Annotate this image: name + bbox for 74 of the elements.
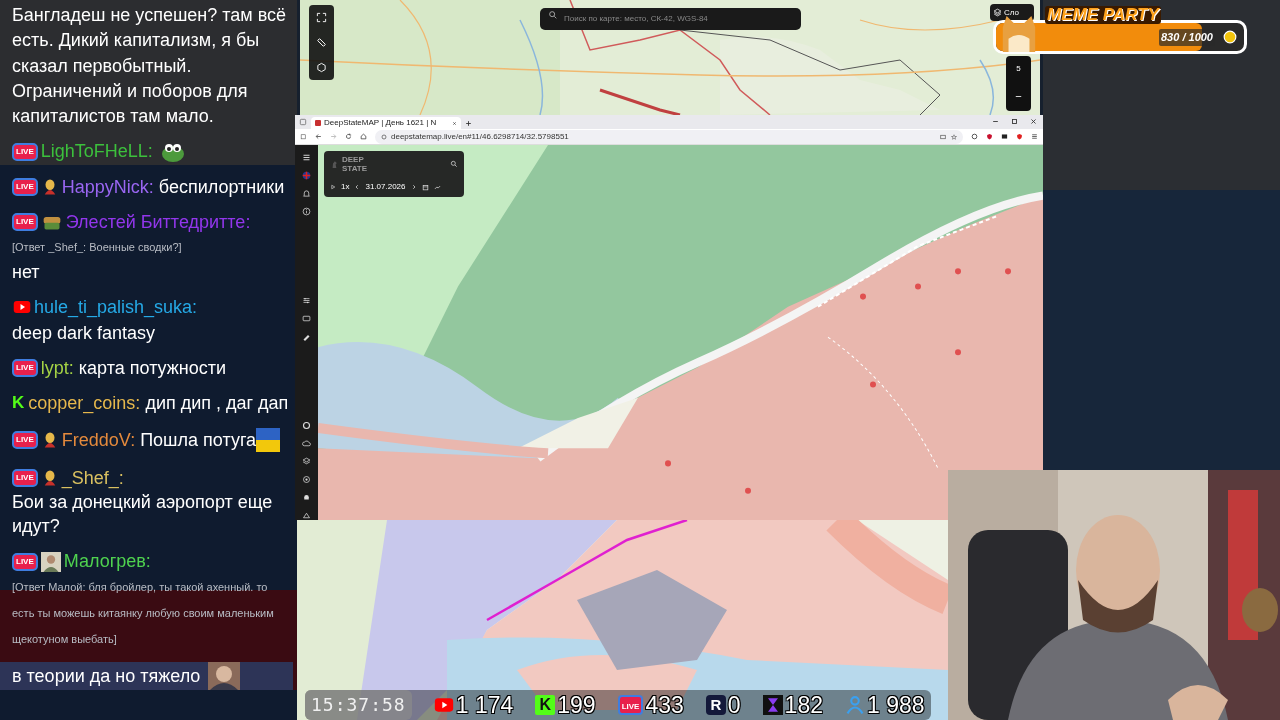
sliders-icon[interactable] — [302, 296, 311, 305]
chat-message: карта потужности — [78, 356, 227, 380]
chat-message: беспилортники — [158, 175, 285, 199]
stat-count: 182 — [784, 690, 823, 720]
live-icon: LIVE — [617, 695, 644, 715]
minimize-icon[interactable] — [992, 118, 999, 125]
stat-count: 1 174 — [455, 690, 514, 720]
circle-icon[interactable] — [971, 133, 978, 140]
fullscreen-icon[interactable] — [316, 12, 327, 23]
username: hule_ti_palish_suka: — [34, 297, 198, 318]
back-icon[interactable] — [315, 133, 322, 140]
username: LighToFHeLL: — [40, 141, 153, 162]
sidebar-icon[interactable] — [300, 133, 307, 140]
site-info-icon[interactable] — [381, 133, 387, 140]
username: Малогрев: — [63, 551, 151, 572]
shield-icon[interactable] — [1016, 133, 1023, 140]
star-icon[interactable] — [951, 133, 957, 140]
cloud-icon[interactable] — [302, 439, 311, 448]
username: FreddoV: — [61, 430, 136, 450]
chat-message: deep dark fantasy — [12, 321, 156, 345]
reader-icon[interactable] — [940, 133, 946, 140]
browser-tab[interactable]: DeepStateMAP | День 1621 | N — [311, 117, 461, 130]
progress-count: 830 / 1000 — [1159, 29, 1215, 46]
site-icon — [315, 120, 321, 127]
close-icon[interactable] — [1030, 118, 1037, 125]
hexagon-icon[interactable] — [316, 62, 327, 73]
flag-emote-icon — [256, 425, 281, 455]
reply-text: [Ответ Малой: бля бройлер, ты такой ахенный. то есть ты можешь китаянку любую своим маленьким щекотуном выебать] — [12, 579, 275, 647]
coin-icon — [1223, 30, 1237, 44]
chat-message: Бои за донецкий аэропорт еще идут? — [12, 491, 274, 539]
search-icon — [548, 10, 558, 20]
platform-label: K — [12, 393, 25, 413]
stat-count: 0 — [727, 690, 741, 720]
username: lypt: — [40, 357, 74, 378]
flag-icon[interactable] — [302, 171, 311, 180]
rutube-icon: R — [705, 695, 726, 715]
meme-party-title: MEME PARTY — [1045, 6, 1161, 24]
chat-message: дип дип , даг дап — [145, 392, 289, 415]
stat-count: 1 988 — [866, 690, 925, 720]
live-badge: LIVE — [12, 431, 38, 449]
close-icon[interactable] — [452, 120, 457, 126]
kick-icon: K — [535, 695, 556, 715]
chat-message: Бангладеш не успешен? там всё есть. Дикий капитализм, я бы сказал первобытный. Ограничений и поборов для капиталистов там мало. — [12, 5, 287, 127]
chat-message: в теории да но тяжело — [12, 665, 201, 686]
ruler-icon[interactable] — [316, 37, 327, 48]
menu-icon[interactable] — [1031, 133, 1038, 140]
stat-count: 199 — [557, 690, 596, 720]
chat-message: Пошла потуга — [140, 429, 257, 452]
username: Элестей Биттедритте: — [65, 212, 251, 232]
username: _Shef_: — [61, 468, 124, 489]
person-icon — [844, 695, 865, 715]
chat-message: нет — [12, 261, 41, 284]
stat-count: 433 — [645, 690, 684, 720]
live-badge: LIVE — [12, 213, 38, 231]
zoom-out-button[interactable]: − — [1015, 87, 1022, 105]
triangle-icon[interactable] — [302, 511, 311, 520]
reply-text: [Ответ _Shef_: Военные сводки?] — [12, 240, 183, 255]
restore-icon[interactable] — [1011, 118, 1018, 125]
username: copper_coins: — [28, 393, 141, 413]
pencil-icon[interactable] — [302, 332, 311, 341]
reload-icon[interactable] — [345, 133, 352, 140]
username: HappyNick: — [61, 176, 154, 197]
target-icon[interactable] — [302, 475, 311, 484]
zoom-level: 5 — [1016, 62, 1021, 75]
new-tab-icon[interactable] — [465, 120, 472, 128]
shield-icon[interactable] — [986, 133, 993, 140]
home-icon[interactable] — [360, 133, 367, 140]
hourglass-icon — [762, 695, 783, 715]
address-bar[interactable]: deepstatemap.live/en#11/46.6298714/32.5798551 — [375, 129, 963, 144]
info-icon[interactable] — [302, 207, 311, 216]
live-badge: LIVE — [12, 469, 38, 488]
clock: 15:37:58 — [305, 690, 412, 720]
card-icon[interactable] — [302, 314, 311, 323]
search-field[interactable]: Поиск по карте: место, СК-42, WGS-84 — [540, 7, 801, 30]
